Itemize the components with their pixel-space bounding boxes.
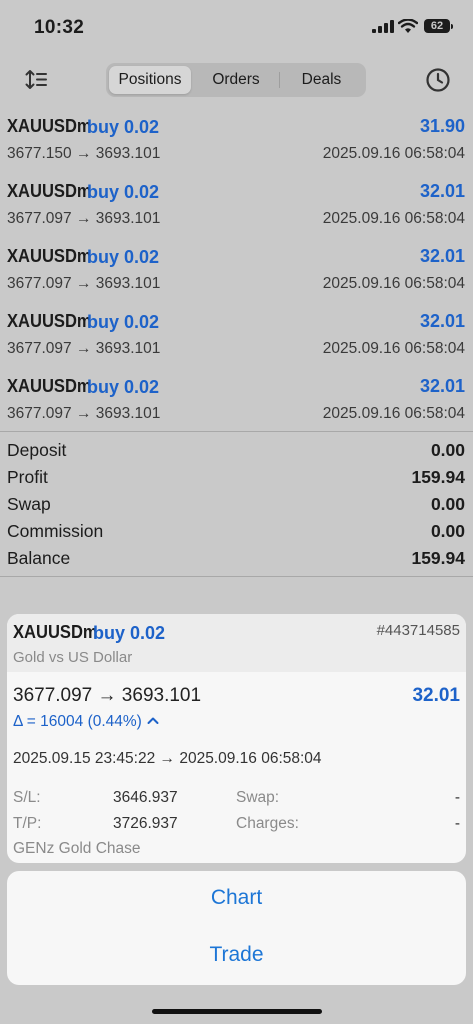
segmented-control: Positions Orders Deals	[106, 63, 366, 97]
position-symbol: XAUUSDm	[7, 181, 92, 201]
position-row[interactable]: XAUUSDm buy 0.02 32.01 3677.097 → 3693.1…	[0, 240, 473, 305]
detail-side: buy 0.02	[93, 623, 166, 643]
position-profit: 32.01	[419, 181, 465, 201]
charges-label: Charges:	[236, 815, 299, 832]
summary-value: 0.00	[430, 440, 465, 460]
summary-value: 0.00	[430, 521, 465, 541]
detail-profit: 32.01	[412, 685, 460, 706]
summary-row-deposit: Deposit 0.00	[0, 440, 473, 467]
detail-symbol: XAUUSDm	[13, 622, 98, 642]
detail-prices: 3677.097 → 3693.101	[13, 685, 202, 706]
sort-icon[interactable]	[24, 68, 48, 92]
wifi-icon	[398, 19, 418, 33]
position-prices: 3677.097 → 3693.101	[7, 340, 161, 357]
detail-ticket: #443714585	[376, 622, 460, 639]
position-profit: 31.90	[419, 116, 465, 136]
position-time: 2025.09.16 06:58:04	[322, 405, 465, 422]
swap-value: -	[454, 789, 460, 806]
sl-value: 3646.937	[113, 789, 178, 806]
position-row[interactable]: XAUUSDm buy 0.02 32.01 3677.097 → 3693.1…	[0, 305, 473, 370]
home-indicator[interactable]	[152, 1009, 322, 1014]
summary-label: Balance	[7, 548, 71, 568]
position-side: buy 0.02	[87, 182, 160, 202]
history-clock-icon[interactable]	[425, 67, 451, 93]
status-time: 10:32	[34, 17, 85, 38]
action-sheet: Chart Trade	[7, 871, 466, 985]
charges-value: -	[454, 815, 460, 832]
detail-description: Gold vs US Dollar	[13, 649, 133, 666]
sl-label: S/L:	[13, 789, 41, 806]
summary-value: 159.94	[411, 467, 465, 487]
position-row[interactable]: XAUUSDm buy 0.02 31.90 3677.150 → 3693.1…	[0, 110, 473, 175]
position-symbol: XAUUSDm	[7, 311, 92, 331]
battery-tip	[451, 24, 453, 29]
position-prices: 3677.097 → 3693.101	[7, 275, 161, 292]
detail-times: 2025.09.15 23:45:22 → 2025.09.16 06:58:0…	[13, 750, 322, 767]
summary-value: 0.00	[430, 494, 465, 514]
trade-button[interactable]: Trade	[7, 943, 466, 967]
position-time: 2025.09.16 06:58:04	[322, 210, 465, 227]
position-time: 2025.09.16 06:58:04	[322, 145, 465, 162]
detail-delta[interactable]: Δ = 16004 (0.44%)	[13, 713, 159, 731]
detail-delta-text: Δ = 16004 (0.44%)	[13, 713, 142, 730]
tab-deals[interactable]: Deals	[280, 66, 363, 94]
position-row[interactable]: XAUUSDm buy 0.02 32.01 3677.097 → 3693.1…	[0, 370, 473, 435]
position-prices: 3677.097 → 3693.101	[7, 210, 161, 227]
battery-icon: 62	[424, 19, 450, 33]
position-detail-card: XAUUSDm buy 0.02 #443714585 Gold vs US D…	[7, 614, 466, 863]
summary-label: Deposit	[7, 440, 67, 460]
summary-row-swap: Swap 0.00	[0, 494, 473, 521]
tp-label: T/P:	[13, 815, 42, 832]
position-profit: 32.01	[419, 311, 465, 331]
summary-row-profit: Profit 159.94	[0, 467, 473, 494]
detail-header: XAUUSDm buy 0.02 #443714585 Gold vs US D…	[7, 614, 466, 672]
divider	[0, 576, 473, 577]
position-side: buy 0.02	[87, 377, 160, 397]
battery-level: 62	[430, 20, 444, 32]
chart-button[interactable]: Chart	[7, 886, 466, 910]
summary-row-commission: Commission 0.00	[0, 521, 473, 548]
chevron-up-icon	[147, 717, 159, 724]
position-symbol: XAUUSDm	[7, 116, 92, 136]
summary-row-balance: Balance 159.94	[0, 548, 473, 575]
position-symbol: XAUUSDm	[7, 376, 92, 396]
tp-value: 3726.937	[113, 815, 178, 832]
position-symbol: XAUUSDm	[7, 246, 92, 266]
position-row[interactable]: XAUUSDm buy 0.02 32.01 3677.097 → 3693.1…	[0, 175, 473, 240]
position-side: buy 0.02	[87, 247, 160, 267]
position-prices: 3677.097 → 3693.101	[7, 405, 161, 422]
cellular-signal-icon	[372, 20, 394, 33]
divider	[0, 431, 473, 432]
detail-comment: GENz Gold Chase	[13, 840, 141, 857]
summary-label: Swap	[7, 494, 51, 514]
position-time: 2025.09.16 06:58:04	[322, 340, 465, 357]
summary-label: Profit	[7, 467, 48, 487]
summary-value: 159.94	[411, 548, 465, 568]
position-profit: 32.01	[419, 376, 465, 396]
toolbar: Positions Orders Deals	[0, 58, 473, 102]
position-time: 2025.09.16 06:58:04	[322, 275, 465, 292]
swap-label: Swap:	[236, 789, 280, 806]
tab-orders[interactable]: Orders	[194, 66, 278, 94]
position-profit: 32.01	[419, 246, 465, 266]
tab-positions[interactable]: Positions	[109, 66, 191, 94]
position-prices: 3677.150 → 3693.101	[7, 145, 161, 162]
position-side: buy 0.02	[87, 312, 160, 332]
summary-label: Commission	[7, 521, 104, 541]
position-side: buy 0.02	[87, 117, 160, 137]
status-bar: 10:32 62	[0, 0, 473, 54]
